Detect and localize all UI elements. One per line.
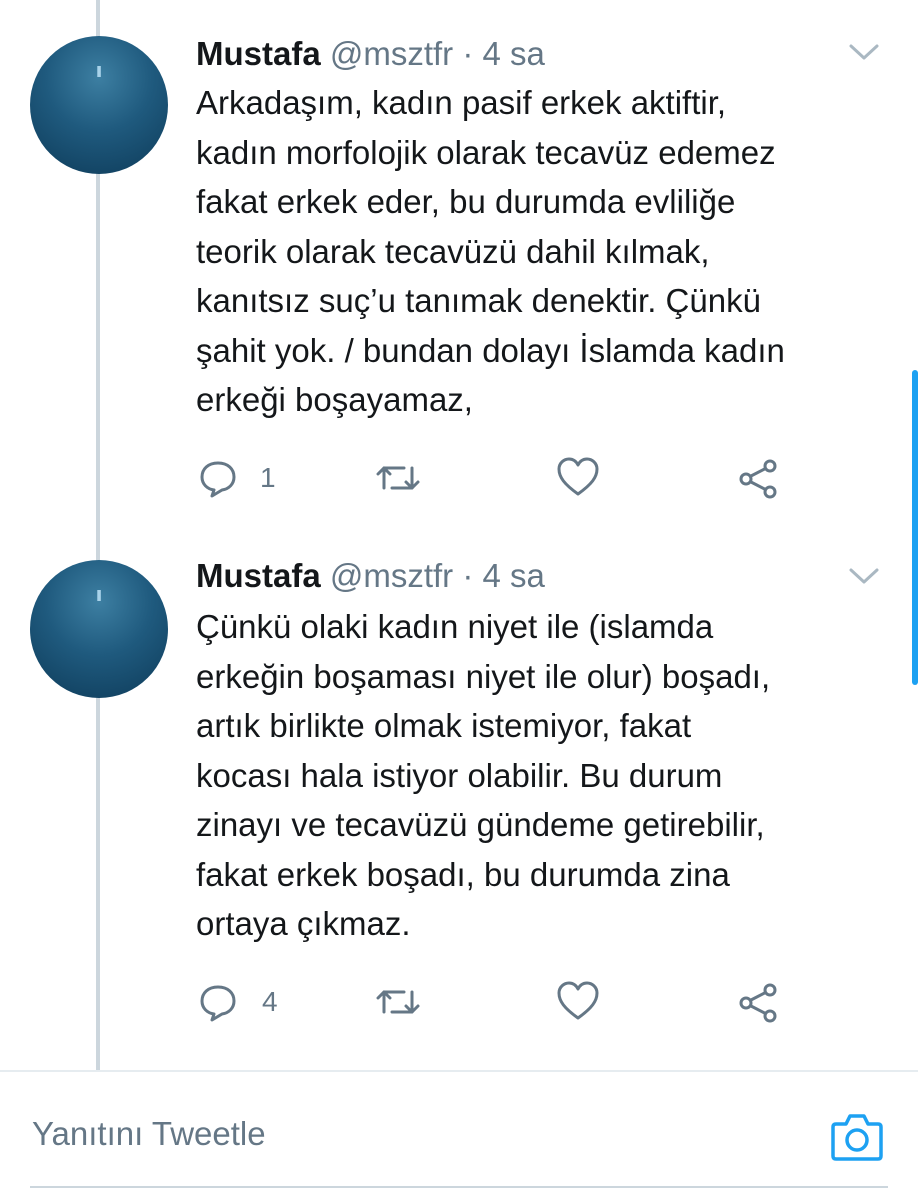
camera-icon[interactable] [830, 1110, 884, 1162]
tweet-text-line: artık birlikte olmak istemiyor, fakat [196, 707, 692, 744]
avatar[interactable]: ı [30, 36, 168, 174]
tweet[interactable]: ı Mustafa @msztfr · 4 sa Çünkü olaki kad… [0, 540, 918, 1070]
tweet-text-line: Çünkü olaki kadın niyet ile (islamda [196, 608, 714, 645]
tweet-text-line: zinayı ve tecavüzü gündeme getirebilir, [196, 806, 765, 843]
chevron-down-icon[interactable] [846, 38, 882, 66]
tweet-text-line: erkeğin boşaması niyet ile olur) boşadı, [196, 657, 771, 695]
retweet-icon[interactable] [374, 982, 422, 1022]
reply-icon[interactable] [198, 982, 238, 1022]
tweet[interactable]: ı Mustafa @msztfr · 4 sa Arkadaşım, kadı… [0, 0, 918, 540]
separator-dot: · [462, 557, 474, 594]
display-name[interactable]: Mustafa [196, 35, 321, 72]
share-icon[interactable] [736, 458, 780, 500]
user-handle[interactable]: @msztfr [330, 557, 453, 594]
tweet-text-line: şahit yok. / bundan dolayı İslamda kadın [196, 331, 785, 369]
tweet-text-line: kanıtsız suç’u tanımak denektir. Çünkü [196, 282, 761, 319]
share-icon[interactable] [736, 982, 780, 1024]
separator-dot: · [462, 35, 474, 72]
avatar-mark: ı [95, 58, 103, 82]
timestamp[interactable]: 4 sa [483, 557, 545, 594]
tweet-text-line: ortaya çıkmaz. [196, 905, 411, 942]
reply-count: 4 [262, 986, 278, 1017]
tweet-header: Mustafa @msztfr · 4 sa [196, 34, 545, 74]
tweet-text: Arkadaşım, kadın pasif erkek aktiftir, k… [196, 78, 896, 425]
heart-icon[interactable] [556, 980, 600, 1022]
reply-count: 1 [260, 462, 276, 493]
tweet-text: Çünkü olaki kadın niyet ile (islamda erk… [196, 602, 896, 949]
tweet-text-line: kocası hala istiyor olabilir. Bu durum [196, 756, 723, 794]
retweet-icon[interactable] [374, 458, 422, 498]
tweet-text-line: Arkadaşım, kadın pasif erkek aktiftir, [196, 84, 727, 121]
tweet-text-line: kadın morfolojik olarak tecavüz edemez [196, 133, 776, 171]
reply-input[interactable]: Yanıtını Tweetle [32, 1115, 266, 1153]
composer-underline [30, 1186, 888, 1188]
display-name[interactable]: Mustafa [196, 557, 321, 594]
avatar-mark: ı [95, 582, 103, 606]
chevron-down-icon[interactable] [846, 562, 882, 590]
tweet-header: Mustafa @msztfr · 4 sa [196, 556, 545, 596]
user-handle[interactable]: @msztfr [330, 35, 453, 72]
avatar[interactable]: ı [30, 560, 168, 698]
heart-icon[interactable] [556, 456, 600, 498]
tweet-text-line: teorik olarak tecavüzü dahil kılmak, [196, 232, 710, 270]
tweet-text-line: fakat erkek boşadı, bu durumda zina [196, 855, 730, 893]
tweet-text-line: fakat erkek eder, bu durumda evliliğe [196, 183, 736, 220]
reply-icon[interactable] [198, 458, 238, 498]
tweet-text-line: erkeği boşayamaz, [196, 381, 473, 418]
timestamp[interactable]: 4 sa [483, 35, 545, 72]
